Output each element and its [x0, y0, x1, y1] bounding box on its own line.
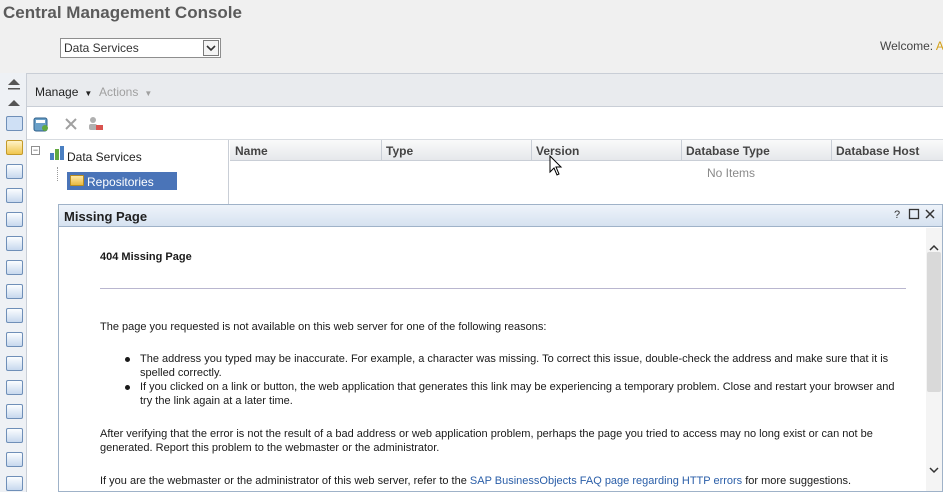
- admin-text-prefix: If you are the webmaster or the administ…: [100, 475, 467, 487]
- app-title: Central Management Console: [3, 3, 242, 22]
- dialog-title-bar[interactable]: Missing Page ?: [59, 205, 942, 227]
- manage-menu-label: Manage: [35, 85, 79, 99]
- bullet-icon: [125, 357, 130, 362]
- data-services-icon: [49, 145, 65, 164]
- manage-menu[interactable]: Manage ▼: [35, 85, 92, 99]
- scroll-down-icon[interactable]: [928, 464, 940, 476]
- welcome-text: Welcome: A: [880, 39, 943, 53]
- add-repository-icon[interactable]: [32, 115, 50, 133]
- maximize-icon[interactable]: [907, 208, 921, 222]
- error-title: 404 Missing Page: [100, 251, 192, 263]
- divider: [100, 288, 906, 289]
- bullet-icon: [125, 385, 130, 390]
- inboxes-icon[interactable]: [6, 260, 23, 275]
- column-divider[interactable]: [681, 140, 682, 161]
- user-security-icon[interactable]: [86, 115, 104, 133]
- column-header-name[interactable]: Name: [235, 144, 268, 158]
- collapse-all-icon[interactable]: [6, 77, 22, 93]
- column-header-database-host[interactable]: Database Host: [836, 144, 919, 158]
- dialog-scrollbar[interactable]: [926, 228, 942, 491]
- universes-icon[interactable]: [6, 308, 23, 323]
- grid-empty-text: No Items: [707, 166, 756, 180]
- categories-icon[interactable]: [6, 188, 23, 203]
- tree-node-repositories[interactable]: Repositories: [67, 172, 177, 190]
- reason-item: If you clicked on a link or button, the …: [140, 381, 895, 407]
- actions-menu-label: Actions: [99, 85, 139, 99]
- personal-folders-icon[interactable]: [6, 164, 23, 179]
- column-header-type[interactable]: Type: [386, 144, 413, 158]
- connections-icon[interactable]: [6, 332, 23, 347]
- column-divider[interactable]: [831, 140, 832, 161]
- application-select-value: Data Services: [64, 41, 139, 55]
- column-divider[interactable]: [381, 140, 382, 161]
- close-icon[interactable]: [923, 208, 937, 222]
- mouse-cursor-icon: [549, 154, 563, 180]
- folders-icon[interactable]: [6, 140, 23, 155]
- welcome-label: Welcome:: [880, 39, 934, 53]
- missing-page-dialog: Missing Page ? 404 Missing Page The page…: [58, 204, 943, 492]
- folder-icon: [70, 175, 84, 186]
- reason-item: The address you typed may be inaccurate.…: [140, 353, 889, 379]
- tree-node-data-services[interactable]: Data Services: [67, 150, 142, 164]
- manage-caret-icon: ▼: [84, 89, 93, 98]
- toolbar: [27, 107, 943, 140]
- application-select[interactable]: Data Services: [60, 38, 221, 58]
- chevron-down-icon[interactable]: [203, 40, 219, 56]
- personal-categories-icon[interactable]: [6, 212, 23, 227]
- applications-icon[interactable]: [6, 428, 23, 443]
- scroll-thumb[interactable]: [927, 252, 941, 392]
- cms-home-icon[interactable]: [6, 116, 23, 131]
- instances-icon[interactable]: [6, 476, 23, 491]
- actions-menu[interactable]: Actions ▼: [99, 85, 152, 99]
- access-levels-icon[interactable]: [6, 356, 23, 371]
- help-icon[interactable]: ?: [890, 208, 904, 222]
- actions-caret-icon: ▼: [144, 89, 153, 98]
- admin-text: If you are the webmaster or the administ…: [100, 474, 906, 488]
- tree-collapse-icon[interactable]: −: [31, 146, 40, 155]
- users-groups-icon[interactable]: [6, 236, 23, 251]
- column-divider[interactable]: [531, 140, 532, 161]
- column-header-database-type[interactable]: Database Type: [686, 144, 770, 158]
- faq-link[interactable]: SAP BusinessObjects FAQ page regarding H…: [470, 475, 742, 487]
- collapse-up-icon[interactable]: [6, 95, 22, 111]
- grid-header: Name Type Version Database Type Database…: [230, 140, 943, 161]
- calendars-icon[interactable]: [6, 380, 23, 395]
- after-verifying-text: After verifying that the error is not th…: [100, 428, 873, 454]
- servers-icon[interactable]: [6, 284, 23, 299]
- app-header: Central Management Console Data Services…: [0, 0, 943, 73]
- delete-icon[interactable]: [62, 115, 80, 133]
- tree-node-repositories-label: Repositories: [87, 175, 154, 189]
- error-intro: The page you requested is not available …: [100, 321, 547, 333]
- events-icon[interactable]: [6, 404, 23, 419]
- admin-text-suffix: for more suggestions.: [745, 475, 852, 487]
- welcome-user[interactable]: A: [936, 39, 943, 53]
- dialog-title: Missing Page: [64, 209, 148, 224]
- tree-connector: [57, 167, 58, 181]
- dialog-content: 404 Missing Page The page you requested …: [60, 228, 926, 491]
- settings-icon[interactable]: [6, 452, 23, 467]
- left-navigation-rail: [0, 73, 27, 492]
- menu-bar: Manage ▼ Actions ▼: [27, 73, 943, 107]
